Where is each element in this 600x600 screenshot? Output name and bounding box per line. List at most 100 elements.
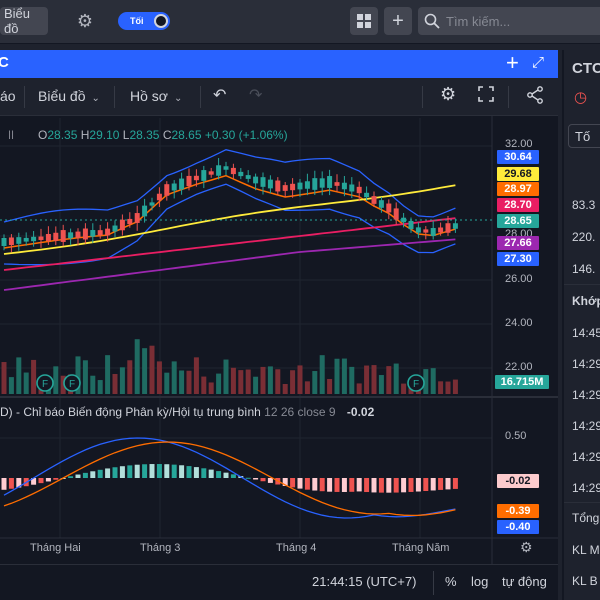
candle-body <box>386 203 392 213</box>
candle-body <box>349 184 355 192</box>
volume-bar <box>142 348 148 394</box>
volume-bar <box>149 345 155 394</box>
macd-histogram-bar <box>142 464 148 478</box>
volume-bar <box>216 373 222 394</box>
chart-button[interactable]: Biểu đồ <box>0 6 48 36</box>
search-box[interactable] <box>418 7 600 35</box>
alert-clock-icon[interactable]: ◷ <box>574 88 587 106</box>
volume-bar <box>430 368 436 394</box>
macd-histogram-bar <box>171 464 177 478</box>
log-toggle[interactable]: log <box>471 574 488 589</box>
divider <box>564 502 600 503</box>
candle-body <box>156 193 162 201</box>
volume-bar <box>201 376 207 394</box>
candle-body <box>423 229 429 233</box>
macd-histogram-bar <box>230 474 236 478</box>
divider <box>564 284 600 285</box>
macd-histogram-bar <box>149 464 155 478</box>
candle-body <box>415 227 421 233</box>
close-value: 28.65 <box>171 128 202 142</box>
candle-body <box>23 237 29 242</box>
volume-bar <box>334 358 340 394</box>
macd-histogram-bar <box>327 478 333 492</box>
legend-collapse-icon[interactable]: ⅼⅼ <box>8 129 14 142</box>
summary-label: KL B <box>572 574 598 588</box>
price-value: 83.3 <box>572 198 596 212</box>
volume-bar <box>253 376 259 394</box>
percent-toggle[interactable]: % <box>445 574 457 589</box>
volume-bar <box>223 359 229 394</box>
macd-histogram-bar <box>208 469 214 478</box>
volume-bar <box>275 369 281 394</box>
volume-bar <box>297 365 303 394</box>
candle-body <box>149 202 155 206</box>
add-chart-plus-icon[interactable]: + <box>384 7 412 35</box>
macd-histogram-bar <box>423 478 429 492</box>
high-value: 29.10 <box>89 128 120 142</box>
candle-body <box>393 208 399 220</box>
candle-body <box>134 213 140 223</box>
search-input[interactable] <box>446 13 586 29</box>
macd-tag: -0.02 <box>497 474 539 488</box>
price-axis-label: 32.00 <box>505 138 533 150</box>
candle-body <box>282 185 288 191</box>
clock: 21:44:15 (UTC+7) <box>312 574 417 589</box>
price-tag: 27.66 <box>497 236 539 250</box>
volume-bar <box>230 367 236 394</box>
low-value: 28.35 <box>129 128 160 142</box>
macd-histogram-bar <box>53 478 59 480</box>
macd-histogram-bar <box>105 468 111 478</box>
volume-bar <box>393 363 399 394</box>
macd-histogram-bar <box>312 478 318 491</box>
settings-gear-icon[interactable]: ⚙ <box>70 7 100 35</box>
volume-bar <box>8 377 14 394</box>
volume-bar <box>105 355 111 394</box>
auto-scale-toggle[interactable]: tự động <box>502 574 547 589</box>
chart-footer: 21:44:15 (UTC+7) % log tự động <box>0 564 558 600</box>
volume-bar <box>119 367 125 394</box>
macd-axis-label: 0.50 <box>505 430 527 442</box>
volume-bar <box>134 339 140 394</box>
right-panel-button[interactable]: Tố <box>568 124 600 148</box>
volume-bar <box>245 369 251 394</box>
candle-body <box>60 230 66 242</box>
price-tag: 28.65 <box>497 214 539 228</box>
volume-bar <box>53 366 59 394</box>
candle-body <box>356 186 362 194</box>
macd-histogram-bar <box>438 478 444 490</box>
macd-tag: -0.39 <box>497 504 539 518</box>
candle-body <box>319 178 325 188</box>
volume-bar <box>386 366 392 394</box>
time-axis-settings-gear-icon[interactable]: ⚙ <box>520 539 533 556</box>
macd-histogram-bar <box>1 478 7 490</box>
macd-histogram-bar <box>193 467 199 478</box>
macd-histogram-bar <box>216 471 222 478</box>
volume-bar <box>290 370 296 394</box>
volume-bar <box>23 372 29 394</box>
macd-histogram-bar <box>45 478 51 482</box>
macd-histogram-bar <box>260 478 266 482</box>
time-axis-label: Tháng 3 <box>140 542 181 554</box>
candle-body <box>445 223 451 233</box>
macd-histogram-bar <box>112 467 118 478</box>
event-marker-label: F <box>413 379 419 390</box>
macd-histogram-bar <box>371 478 377 493</box>
volume-bar <box>356 383 362 394</box>
event-marker-label: F <box>69 379 75 390</box>
volume-bar <box>260 366 266 394</box>
candle-body <box>90 230 96 237</box>
candle-body <box>304 181 310 189</box>
open-value: 28.35 <box>47 128 78 142</box>
layout-grid-icon[interactable] <box>350 7 378 35</box>
theme-toggle[interactable]: Tối <box>118 12 170 30</box>
candle-body <box>45 234 51 241</box>
ma-purple <box>3 238 456 291</box>
volume-bar <box>378 375 384 394</box>
volume-bar <box>171 361 177 394</box>
price-value: 220. <box>572 230 596 244</box>
candle-body <box>68 232 74 239</box>
candle-body <box>201 170 207 181</box>
candle-body <box>327 176 333 188</box>
macd-histogram-bar <box>304 478 310 490</box>
volume-bar <box>452 379 458 394</box>
